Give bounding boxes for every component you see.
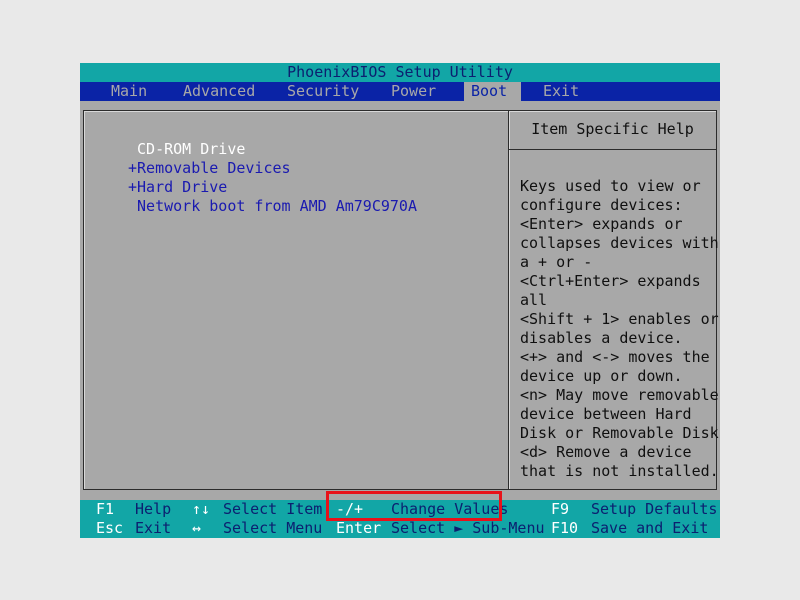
expand-plus-icon: + xyxy=(128,178,138,196)
title-bar: PhoenixBIOS Setup Utility xyxy=(80,63,720,82)
help-text: Keys used to view or configure devices: … xyxy=(520,177,719,480)
select-submenu-desc: Select ► Sub-Menu xyxy=(391,519,545,537)
expand-plus-icon: + xyxy=(128,159,138,177)
key-enter: Enter xyxy=(336,519,382,537)
select-item-desc: Select Item xyxy=(223,500,323,518)
boot-item-removable[interactable]: +Removable Devices xyxy=(128,159,291,177)
boot-item-hard-drive[interactable]: +Hard Drive xyxy=(128,178,227,196)
key-esc-desc: Exit xyxy=(135,519,172,537)
boot-order-panel: CD-ROM Drive +Removable Devices +Hard Dr… xyxy=(83,110,510,490)
key-f9: F9 xyxy=(551,500,570,518)
boot-item-network[interactable]: Network boot from AMD Am79C970A xyxy=(128,197,417,215)
change-values-desc: Change Values xyxy=(391,500,509,518)
bios-screen: PhoenixBIOS Setup Utility Main Advanced … xyxy=(80,63,720,538)
tab-advanced[interactable]: Advanced xyxy=(176,82,263,101)
key-f1-desc: Help xyxy=(135,500,172,518)
key-f10: F10 xyxy=(551,519,579,537)
tab-boot[interactable]: Boot xyxy=(464,82,522,101)
tab-main[interactable]: Main xyxy=(104,82,155,101)
setup-defaults-desc: Setup Defaults xyxy=(591,500,718,518)
help-divider xyxy=(509,149,716,150)
tab-exit[interactable]: Exit xyxy=(536,82,587,101)
tab-security[interactable]: Security xyxy=(280,82,367,101)
key-esc: Esc xyxy=(96,519,124,537)
window-title: PhoenixBIOS Setup Utility xyxy=(287,63,513,81)
boot-item-cdrom[interactable]: CD-ROM Drive xyxy=(128,140,245,158)
tab-power[interactable]: Power xyxy=(384,82,444,101)
key-minus-plus: -/+ xyxy=(336,500,364,518)
menu-bar: Main Advanced Security Power Boot Exit xyxy=(80,82,720,101)
help-panel: Item Specific Help Keys used to view or … xyxy=(508,110,719,490)
save-and-exit-desc: Save and Exit xyxy=(591,519,709,537)
left-right-arrows-icon: ↔ xyxy=(192,519,202,537)
up-down-arrows-icon: ↑↓ xyxy=(192,500,211,518)
key-legend-footer: F1 Help ↑↓ Select Item -/+ Change Values… xyxy=(80,500,720,538)
select-menu-desc: Select Menu xyxy=(223,519,323,537)
key-f1: F1 xyxy=(96,500,115,518)
help-title: Item Specific Help xyxy=(531,120,694,138)
